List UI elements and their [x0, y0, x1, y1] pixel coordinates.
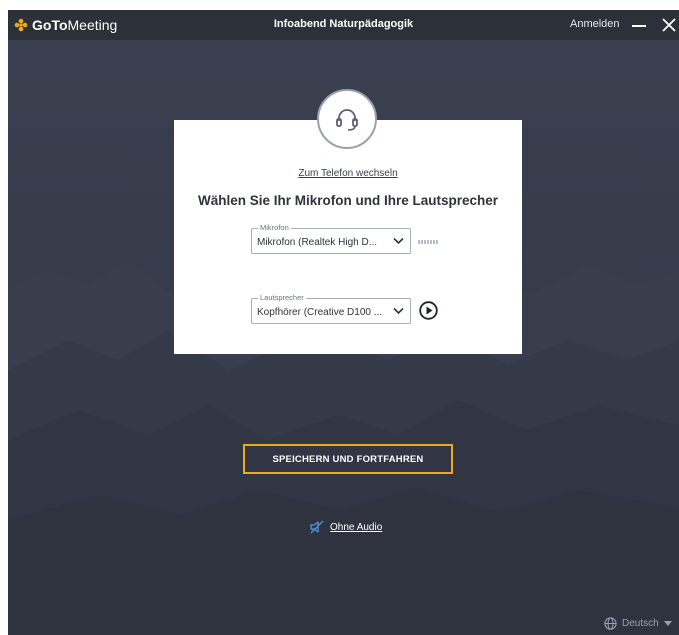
- language-label: Deutsch: [622, 618, 659, 629]
- headset-icon: [336, 109, 358, 131]
- microphone-value: Mikrofon (Realtek High D...: [257, 237, 378, 248]
- chevron-down-icon: [393, 237, 404, 245]
- minimize-icon[interactable]: [630, 16, 648, 34]
- save-continue-button[interactable]: SPEICHERN UND FORTFAHREN: [243, 444, 453, 474]
- no-audio-link[interactable]: Ohne Audio: [310, 520, 382, 534]
- app-window: GoToMeeting Infoabend Naturpädagogik Anm…: [8, 10, 679, 635]
- globe-icon: [604, 617, 617, 630]
- audio-setup-card: Zum Telefon wechseln Wählen Sie Ihr Mikr…: [174, 120, 522, 354]
- language-selector[interactable]: Deutsch: [604, 617, 672, 630]
- close-icon[interactable]: [660, 16, 678, 34]
- speaker-value: Kopfhörer (Creative D100 ...: [257, 307, 383, 318]
- speaker-select[interactable]: Lautsprecher Kopfhörer (Creative D100 ..…: [251, 293, 411, 324]
- microphone-legend: Mikrofon: [258, 223, 291, 232]
- headset-badge: [317, 89, 377, 149]
- speaker-legend: Lautsprecher: [258, 293, 306, 302]
- speaker-muted-icon: [310, 520, 324, 534]
- chevron-down-icon: [663, 620, 672, 626]
- switch-to-phone-link[interactable]: Zum Telefon wechseln: [174, 168, 522, 179]
- chevron-down-icon: [393, 307, 404, 315]
- title-bar: GoToMeeting Infoabend Naturpädagogik Anm…: [8, 10, 679, 40]
- signin-link[interactable]: Anmelden: [570, 18, 620, 30]
- microphone-select[interactable]: Mikrofon Mikrofon (Realtek High D...: [251, 223, 411, 254]
- mic-level-icon: [418, 240, 438, 244]
- no-audio-label: Ohne Audio: [330, 521, 383, 533]
- play-icon[interactable]: [419, 301, 438, 320]
- dialog-heading: Wählen Sie Ihr Mikrofon und Ihre Lautspr…: [197, 193, 499, 208]
